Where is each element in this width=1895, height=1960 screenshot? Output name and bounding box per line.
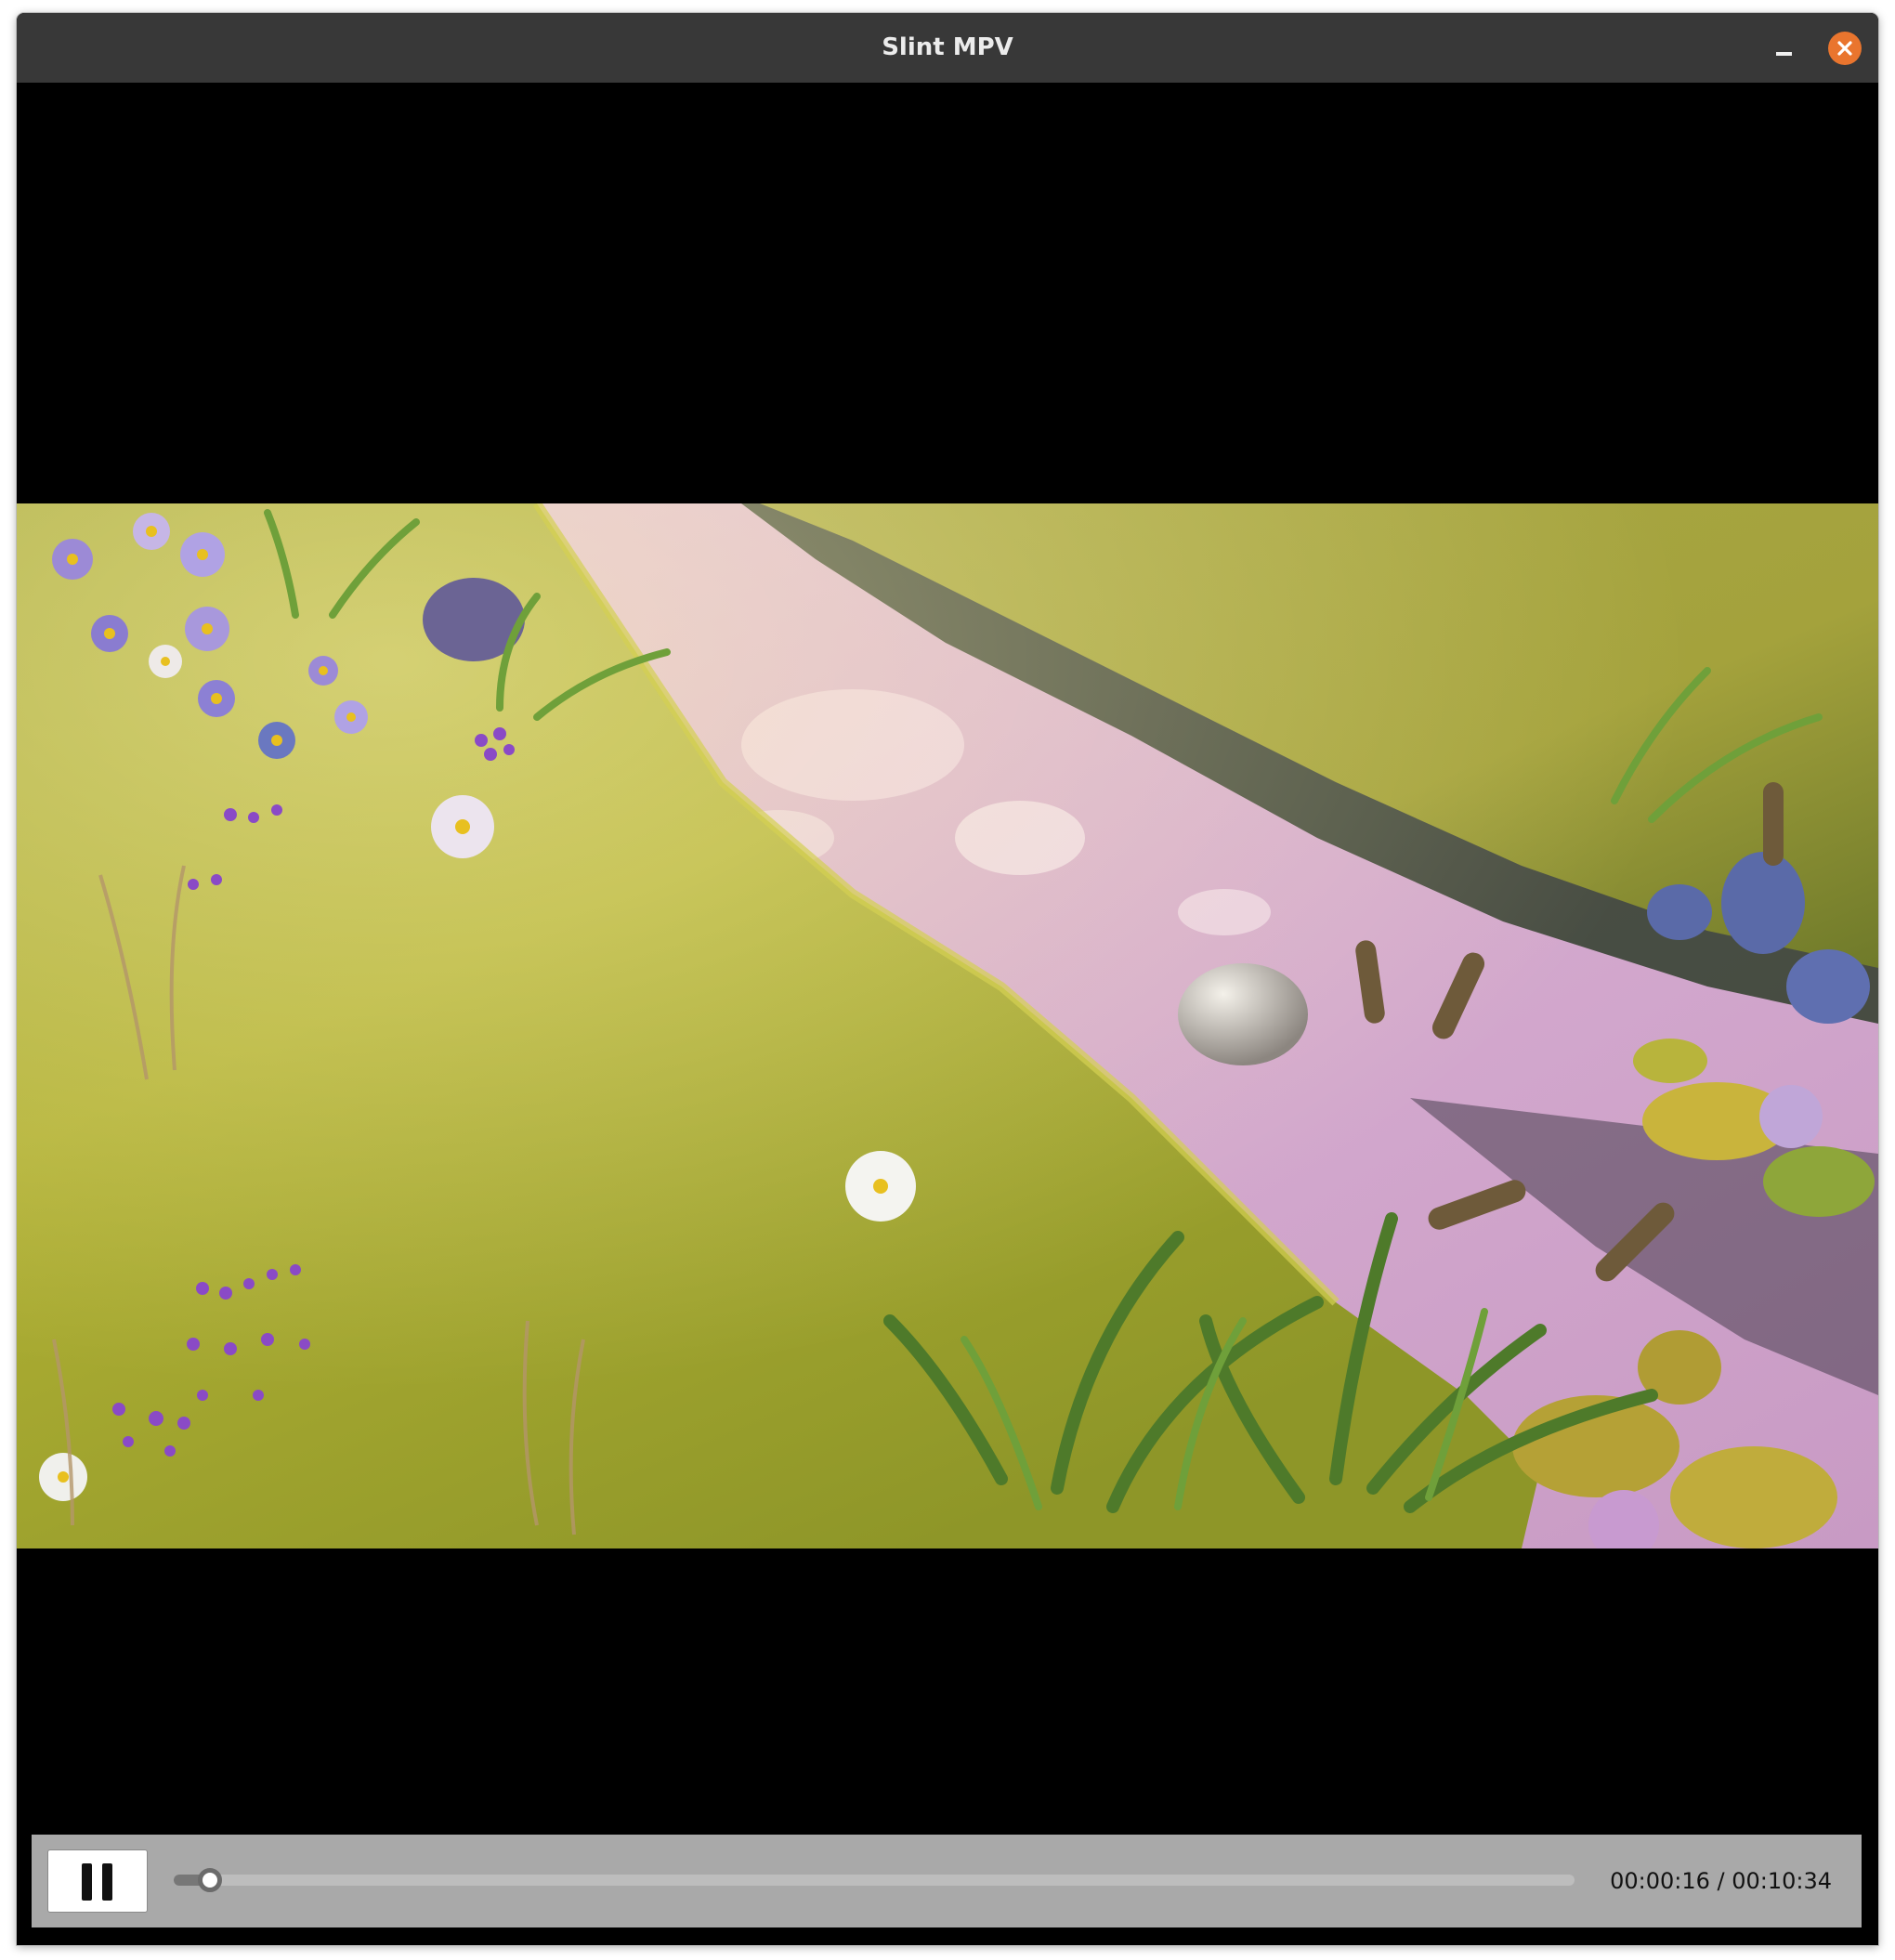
close-icon [1837, 41, 1852, 56]
time-display: 00:00:16 / 00:10:34 [1610, 1868, 1832, 1894]
minimize-icon [1776, 52, 1792, 56]
minimize-button[interactable] [1767, 32, 1800, 65]
title-bar[interactable]: Slint MPV [17, 13, 1878, 83]
pause-icon-bar-right [102, 1863, 112, 1901]
video-frame-image [17, 503, 1878, 1548]
seek-bar[interactable] [174, 1868, 1575, 1892]
playback-controls: 00:00:16 / 00:10:34 [32, 1835, 1862, 1927]
seek-handle[interactable] [198, 1868, 222, 1892]
video-frame [17, 503, 1878, 1548]
video-surface[interactable] [17, 83, 1878, 1848]
close-button[interactable] [1828, 32, 1862, 65]
window-title: Slint MPV [882, 33, 1013, 61]
pause-icon-bar-left [82, 1863, 92, 1901]
player-window: Slint MPV 00:00:16 / 00:10:34 [17, 13, 1878, 1945]
play-pause-button[interactable] [47, 1849, 148, 1913]
